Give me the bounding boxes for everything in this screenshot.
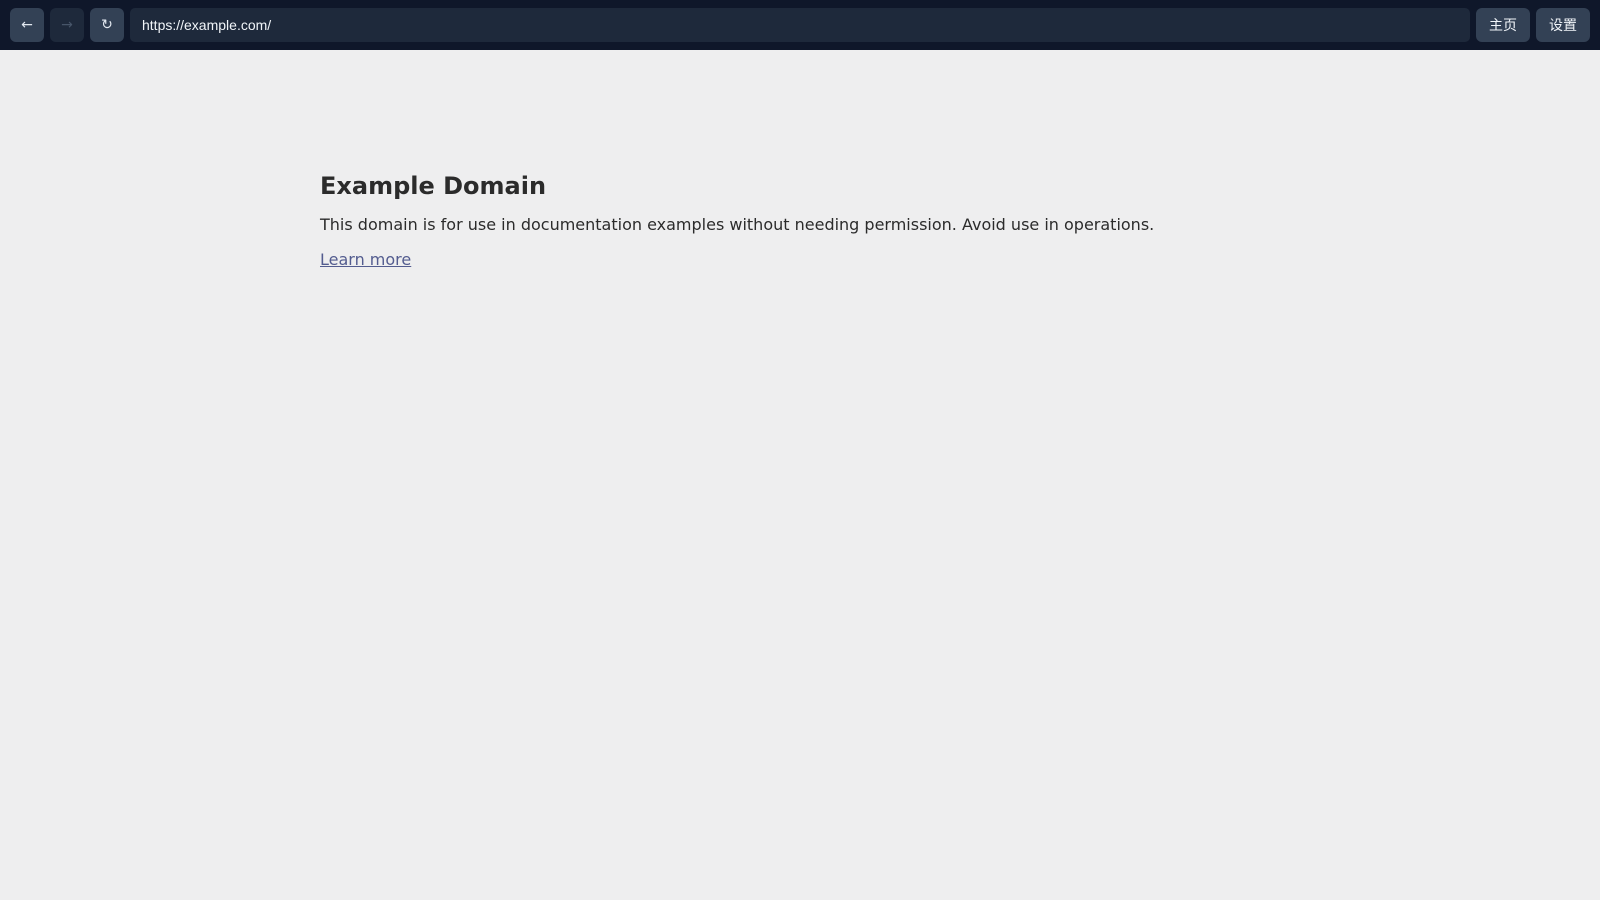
page-description: This domain is for use in documentation … bbox=[320, 215, 1155, 234]
home-button[interactable]: 主页 bbox=[1476, 8, 1530, 42]
page-title: Example Domain bbox=[320, 172, 547, 200]
learn-more-link[interactable]: Learn more bbox=[320, 249, 411, 271]
url-input[interactable] bbox=[142, 17, 1458, 33]
forward-arrow-icon: → bbox=[61, 17, 73, 33]
browser-toolbar: ← → ↻ 主页 设置 bbox=[0, 0, 1600, 50]
back-arrow-icon: ← bbox=[21, 17, 33, 33]
page-content: Example Domain This domain is for use in… bbox=[320, 170, 1280, 271]
back-button[interactable]: ← bbox=[10, 8, 44, 42]
address-bar[interactable] bbox=[130, 8, 1470, 42]
settings-button[interactable]: 设置 bbox=[1536, 8, 1590, 42]
reload-button[interactable]: ↻ bbox=[90, 8, 124, 42]
home-button-label: 主页 bbox=[1489, 18, 1517, 34]
forward-button[interactable]: → bbox=[50, 8, 84, 42]
reload-icon: ↻ bbox=[101, 17, 113, 33]
settings-button-label: 设置 bbox=[1549, 18, 1577, 34]
